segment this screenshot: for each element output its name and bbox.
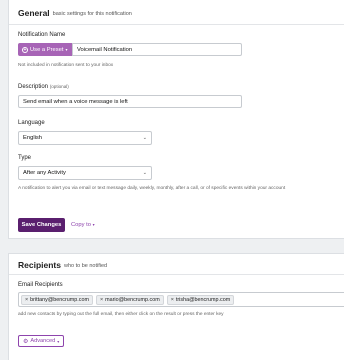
recipient-email: brittany@bencrump.com (30, 296, 89, 303)
plus-circle-icon: + (22, 46, 28, 53)
remove-tag-icon[interactable]: × (25, 297, 28, 303)
description-label-text: Description (18, 84, 49, 90)
recipient-tag: × brittany@bencrump.com (21, 294, 93, 305)
recipients-panel: Recipients who to be notified Email Reci… (8, 253, 344, 360)
email-recipients-input[interactable]: × brittany@bencrump.com × mario@bencrump… (18, 292, 344, 307)
language-label: Language (18, 120, 45, 126)
notification-name-help: Not included in notification sent to you… (18, 63, 114, 68)
recipients-header: Recipients who to be notified (9, 254, 344, 275)
type-label: Type (18, 155, 32, 161)
recipient-tag: × trisha@bencrump.com (166, 294, 235, 305)
chevron-down-icon: ⌄ (142, 170, 147, 176)
recipient-email: trisha@bencrump.com (175, 296, 231, 303)
caret-down-icon: ▾ (57, 338, 60, 344)
type-help: A notification to alert you via email or… (18, 186, 286, 191)
description-optional-text: (optional) (49, 84, 69, 89)
email-recipients-help: add new contacts by typing out the full … (18, 312, 224, 317)
gear-icon: ⚙ (23, 338, 29, 345)
language-selected: English (23, 135, 43, 141)
description-label: Description (optional) (18, 84, 69, 90)
recipients-title: Recipients (18, 260, 61, 270)
remove-tag-icon[interactable]: × (100, 297, 103, 303)
copy-to-label: Copy to (71, 222, 91, 228)
remove-tag-icon[interactable]: × (171, 297, 174, 303)
advanced-label: Advanced (30, 338, 56, 344)
notification-name-input[interactable]: Voicemail Notification (72, 43, 242, 56)
general-subtitle: basic settings for this notification (52, 11, 132, 17)
chevron-down-icon: ⌄ (142, 135, 147, 141)
use-preset-button[interactable]: + Use a Preset ▾ (18, 43, 72, 56)
email-recipients-label: Email Recipients (18, 282, 63, 288)
general-title: General (18, 8, 50, 18)
chevron-down-icon: ▾ (65, 47, 68, 52)
save-changes-button[interactable]: Save Changes (18, 218, 65, 232)
language-select[interactable]: English ⌄ (18, 131, 152, 145)
notification-name-label: Notification Name (18, 32, 66, 38)
recipients-subtitle: who to be notified (64, 263, 108, 269)
description-input[interactable]: Send email when a voice message is left (18, 95, 242, 108)
recipient-email: mario@bencrump.com (105, 296, 160, 303)
copy-to-link[interactable]: Copy to ▾ (71, 222, 95, 228)
general-panel: General basic settings for this notifica… (8, 0, 344, 239)
advanced-button[interactable]: ⚙ Advanced ▾ (18, 335, 65, 347)
general-header: General basic settings for this notifica… (9, 0, 344, 25)
use-preset-label: Use a Preset (30, 46, 64, 53)
type-select[interactable]: After any Activity ⌄ (18, 166, 152, 180)
recipient-tag: × mario@bencrump.com (95, 294, 164, 305)
type-selected: After any Activity (23, 170, 66, 176)
caret-down-icon: ▾ (92, 222, 95, 227)
